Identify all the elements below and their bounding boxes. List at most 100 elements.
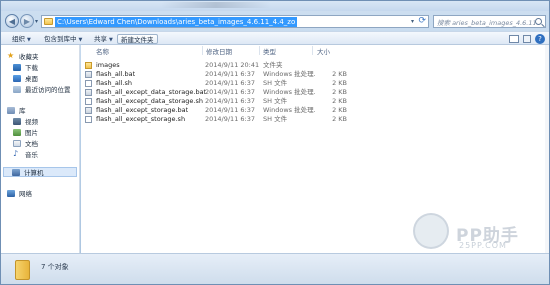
- bat-file-icon: [85, 107, 92, 114]
- file-type: Windows 批处理...: [263, 88, 315, 96]
- file-date: 2014/9/11 6:37: [205, 106, 255, 114]
- file-name: flash_all_except_storage.bat: [96, 106, 189, 114]
- column-header-date[interactable]: 修改日期: [206, 46, 232, 56]
- sidebar-item-label: 桌面: [25, 75, 38, 83]
- search-input[interactable]: 搜索 aries_beta_images_4.6.11_4.4...: [433, 15, 546, 28]
- file-size: [323, 61, 347, 70]
- library-icon: [7, 106, 15, 114]
- sidebar-item-desktop[interactable]: 桌面: [13, 73, 38, 83]
- table-row[interactable]: flash_all.sh 2014/9/11 6:37 SH 文件 2 KB: [85, 79, 355, 88]
- sidebar-item-libraries[interactable]: 库: [7, 105, 26, 115]
- table-row[interactable]: flash_all_except_data_storage.bat 2014/9…: [85, 88, 355, 97]
- file-name: flash_all_except_data_storage.bat: [96, 88, 207, 96]
- sidebar-item-documents[interactable]: 文档: [13, 138, 38, 148]
- file-date: 2014/9/11 6:37: [205, 79, 255, 87]
- file-name: images: [96, 61, 120, 69]
- sidebar-item-music[interactable]: ♪ 音乐: [13, 149, 38, 160]
- column-divider[interactable]: [259, 46, 260, 55]
- column-header-name[interactable]: 名称: [96, 46, 109, 56]
- recent-pages-dropdown-icon[interactable]: ▾: [35, 18, 38, 25]
- sidebar-item-downloads[interactable]: 下载: [13, 62, 38, 72]
- table-row[interactable]: flash_all_except_data_storage.sh 2014/9/…: [85, 97, 355, 106]
- sh-file-icon: [85, 80, 92, 87]
- column-divider[interactable]: [202, 46, 203, 55]
- file-size: 2 KB: [332, 88, 347, 96]
- sidebar-item-favorites[interactable]: ★ 收藏夹: [7, 51, 39, 62]
- explorer-window: ◀ ▶ ▾ C:\Users\Edward Chen\Downloads\ari…: [0, 0, 550, 285]
- share-button[interactable]: 共享 ▼: [91, 34, 116, 44]
- sidebar-item-label: 最近访问的位置: [25, 86, 71, 94]
- sidebar-item-label: 下载: [25, 64, 38, 72]
- chevron-down-icon: ▼: [109, 37, 113, 43]
- title-bar: [1, 1, 549, 11]
- navigation-pane: ★ 收藏夹 下载 桌面 最近访问的位置 库 视频 图片 文档 ♪ 音乐 计算机 …: [1, 45, 80, 253]
- back-button[interactable]: ◀: [5, 14, 19, 28]
- file-size: 2 KB: [332, 106, 347, 114]
- search-icon[interactable]: [535, 18, 542, 25]
- star-icon: ★: [7, 51, 15, 60]
- view-options-icon[interactable]: [509, 35, 519, 43]
- watermark-logo-icon: [413, 213, 449, 249]
- sidebar-item-videos[interactable]: 视频: [13, 116, 38, 126]
- help-icon[interactable]: ?: [535, 34, 545, 44]
- title-bar-blur: [161, 2, 271, 8]
- bat-file-icon: [85, 89, 92, 96]
- navigation-bar: ◀ ▶ ▾ C:\Users\Edward Chen\Downloads\ari…: [1, 11, 549, 31]
- include-in-library-label: 包含到库中: [44, 35, 77, 43]
- computer-icon: [12, 168, 20, 176]
- address-path[interactable]: C:\Users\Edward Chen\Downloads\aries_bet…: [55, 16, 298, 27]
- file-date: 2014/9/11 6:37: [205, 88, 255, 96]
- address-bar[interactable]: C:\Users\Edward Chen\Downloads\aries_bet…: [41, 15, 429, 28]
- file-date: 2014/9/11 6:37: [205, 70, 255, 78]
- sidebar-item-label: 视频: [25, 118, 38, 126]
- file-name: flash_all_except_storage.sh: [96, 115, 186, 123]
- include-in-library-button[interactable]: 包含到库中 ▼: [41, 34, 85, 44]
- file-type: SH 文件: [263, 115, 288, 123]
- search-placeholder: 搜索 aries_beta_images_4.6.11_4.4...: [437, 18, 535, 27]
- file-type: SH 文件: [263, 79, 288, 87]
- chevron-down-icon: ▼: [27, 37, 31, 43]
- network-icon: [7, 189, 15, 197]
- recent-places-icon: [13, 85, 21, 93]
- file-type: 文件夹: [263, 61, 283, 69]
- table-row[interactable]: flash_all.bat 2014/9/11 6:37 Windows 批处理…: [85, 70, 355, 79]
- new-folder-button[interactable]: 新建文件夹: [117, 34, 158, 44]
- file-date: 2014/9/11 6:37: [205, 115, 255, 123]
- bat-file-icon: [85, 71, 92, 78]
- folder-icon: [85, 62, 92, 69]
- address-dropdown-icon[interactable]: ▾: [411, 18, 414, 25]
- file-type: Windows 批处理...: [263, 70, 315, 78]
- sidebar-item-computer[interactable]: 计算机: [3, 167, 77, 177]
- file-name: flash_all.sh: [96, 79, 133, 87]
- desktop-icon: [13, 74, 21, 82]
- picture-icon: [13, 128, 21, 136]
- column-divider[interactable]: [312, 46, 313, 55]
- sidebar-item-network[interactable]: 网络: [7, 188, 32, 198]
- table-row[interactable]: flash_all_except_storage.bat 2014/9/11 6…: [85, 106, 355, 115]
- document-icon: [13, 139, 21, 147]
- sh-file-icon: [85, 116, 92, 123]
- scrollbar[interactable]: [545, 45, 549, 253]
- share-label: 共享: [94, 35, 107, 43]
- file-date: 2014/9/11 20:41: [205, 61, 260, 69]
- sidebar-item-label: 计算机: [24, 169, 44, 177]
- file-date: 2014/9/11 6:37: [205, 97, 255, 105]
- column-header-size[interactable]: 大小: [317, 46, 330, 56]
- sidebar-item-pictures[interactable]: 图片: [13, 127, 38, 137]
- sidebar-item-label: 网络: [19, 190, 32, 198]
- file-size: 2 KB: [332, 115, 347, 123]
- video-icon: [13, 117, 21, 125]
- sidebar-item-label: 图片: [25, 129, 38, 137]
- column-header-type[interactable]: 类型: [263, 46, 276, 56]
- command-bar: 组织 ▼ 包含到库中 ▼ 共享 ▼ 新建文件夹 ?: [1, 31, 549, 45]
- forward-button[interactable]: ▶: [20, 14, 34, 28]
- item-count: 7 个对象: [41, 263, 69, 271]
- organize-button[interactable]: 组织 ▼: [9, 34, 34, 44]
- table-row[interactable]: flash_all_except_storage.sh 2014/9/11 6:…: [85, 115, 355, 124]
- preview-pane-icon[interactable]: [523, 35, 531, 43]
- sidebar-item-recent[interactable]: 最近访问的位置: [13, 84, 71, 94]
- file-type: SH 文件: [263, 97, 288, 105]
- table-row[interactable]: images 2014/9/11 20:41 文件夹: [85, 61, 355, 70]
- file-size: 2 KB: [332, 97, 347, 105]
- refresh-icon[interactable]: ⟳: [418, 16, 426, 26]
